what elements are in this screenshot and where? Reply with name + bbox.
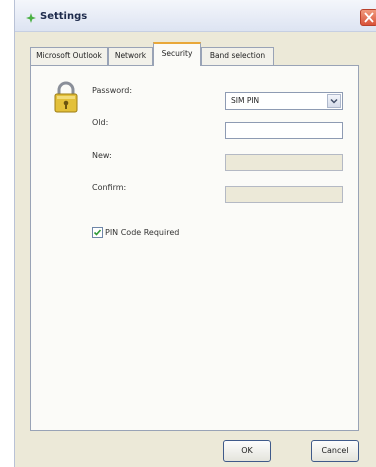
settings-icon [26, 13, 36, 23]
lock-icon [54, 81, 78, 115]
old-pin-field[interactable] [225, 122, 343, 139]
confirm-pin-label: Confirm: [92, 183, 127, 192]
password-type-select[interactable]: SIM PIN [225, 92, 343, 110]
chevron-down-icon[interactable] [327, 94, 341, 108]
password-type-value: SIM PIN [231, 96, 260, 105]
tab-band-selection[interactable]: Band selection [201, 47, 274, 65]
new-pin-field[interactable] [225, 154, 343, 171]
window-title: Settings [40, 11, 88, 22]
ok-button[interactable]: OK [223, 440, 271, 462]
old-pin-label: Old: [92, 118, 109, 127]
close-icon [364, 12, 374, 23]
new-pin-label: New: [92, 151, 112, 160]
cancel-button[interactable]: Cancel [311, 440, 359, 462]
tab-security[interactable]: Security [153, 42, 201, 66]
confirm-pin-field[interactable] [225, 186, 343, 203]
password-label: Password: [92, 86, 133, 95]
tab-microsoft-outlook[interactable]: Microsoft Outlook [30, 47, 108, 65]
checkmark-icon [93, 229, 102, 236]
tab-panel-security: Password: SIM PIN Old: New: Confirm: PIN… [30, 65, 359, 431]
settings-window: Settings Password: SIM PIN Old: New: Con… [14, 0, 376, 467]
pin-required-label[interactable]: PIN Code Required [105, 228, 179, 237]
title-bar[interactable]: Settings [15, 0, 376, 32]
close-button[interactable] [360, 9, 376, 26]
pin-required-checkbox[interactable] [92, 227, 103, 238]
tab-network[interactable]: Network [108, 47, 153, 65]
